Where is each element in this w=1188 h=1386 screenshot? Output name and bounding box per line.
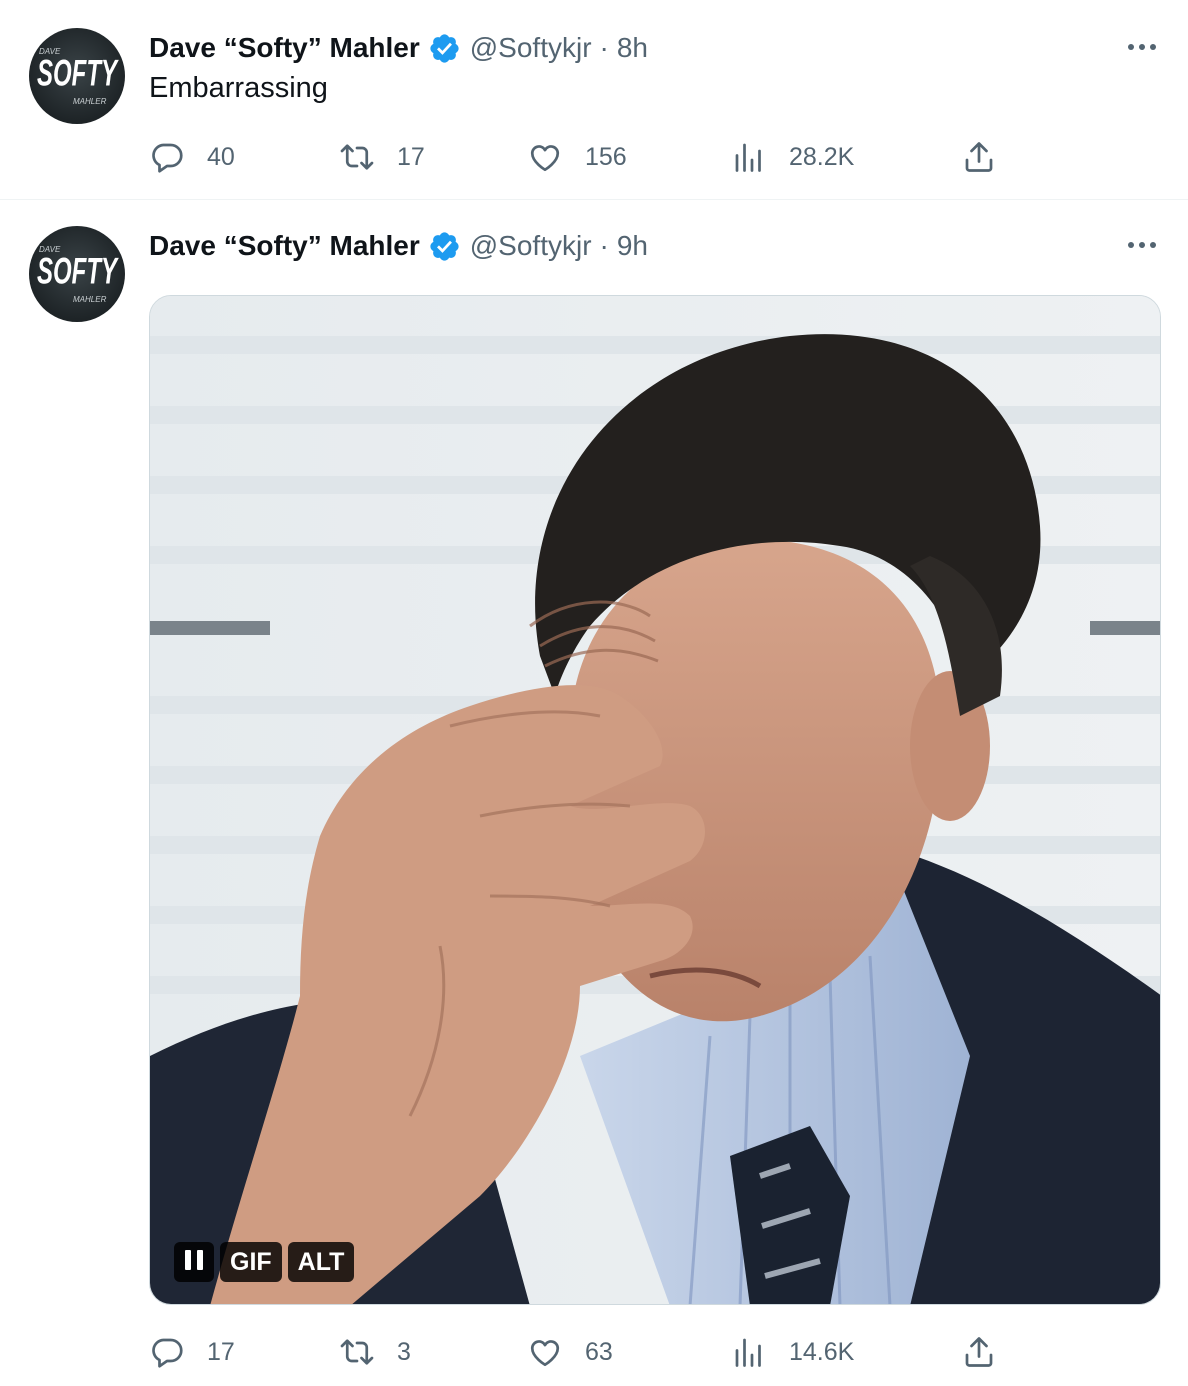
media-badges: GIF ALT [174, 1242, 355, 1282]
display-name[interactable]: Dave “Softy” Mahler [149, 230, 420, 262]
like-count: 156 [585, 142, 627, 171]
handle[interactable]: @Softykjr [470, 32, 592, 64]
share-icon [965, 1337, 993, 1367]
views-icon [735, 143, 761, 172]
tweet[interactable]: DAVE SOFTY MAHLER Dave “Softy” Mahler @S… [0, 200, 1188, 1386]
pause-icon [182, 1248, 206, 1277]
avatar[interactable]: DAVE SOFTY MAHLER [29, 28, 125, 124]
separator-dot: · [599, 230, 609, 261]
softy-logo: DAVE SOFTY MAHLER [37, 245, 119, 304]
avatar-text-bottom: MAHLER [73, 295, 107, 304]
reply-icon [152, 143, 183, 173]
avatar-text-main: SOFTY [37, 52, 119, 94]
softy-logo: DAVE SOFTY MAHLER [37, 47, 119, 106]
verified-badge-icon [430, 33, 459, 63]
view-count: 28.2K [789, 142, 855, 171]
like-button[interactable]: 156 [527, 137, 627, 177]
reply-count: 17 [207, 1337, 235, 1366]
like-icon [530, 1340, 560, 1367]
tweet-text: Embarrassing [149, 72, 328, 104]
verified-badge-icon [430, 231, 459, 261]
timestamp[interactable]: 9h [617, 230, 648, 262]
handle[interactable]: @Softykjr [470, 230, 592, 262]
action-bar: 40 17 156 28.2K [149, 137, 1018, 177]
pause-button[interactable] [174, 1242, 214, 1282]
tweet-header: Dave “Softy” Mahler @Softykjr · 9h [149, 226, 648, 266]
timestamp[interactable]: 8h [617, 32, 648, 64]
avatar-text-bottom: MAHLER [73, 97, 107, 106]
avatar-text-main: SOFTY [37, 250, 119, 292]
reply-button[interactable]: 17 [149, 1332, 235, 1372]
more-icon [1128, 44, 1156, 50]
share-button[interactable] [961, 1332, 997, 1372]
view-count: 14.6K [789, 1337, 855, 1366]
more-options-button[interactable] [1125, 30, 1159, 64]
like-count: 63 [585, 1337, 613, 1366]
share-icon [965, 142, 993, 172]
display-name[interactable]: Dave “Softy” Mahler [149, 32, 420, 64]
gif-badge: GIF [220, 1242, 282, 1282]
reply-button[interactable]: 40 [149, 137, 235, 177]
like-icon [530, 145, 560, 172]
more-icon [1128, 242, 1156, 248]
alt-text-button[interactable]: ALT [287, 1242, 355, 1282]
reply-icon [152, 1338, 183, 1368]
views-button[interactable]: 14.6K [731, 1332, 854, 1372]
avatar[interactable]: DAVE SOFTY MAHLER [29, 226, 125, 322]
separator-dot: · [599, 32, 609, 63]
views-icon [735, 1338, 761, 1367]
retweet-count: 17 [397, 142, 425, 171]
reply-count: 40 [207, 142, 235, 171]
tweet[interactable]: DAVE SOFTY MAHLER Dave “Softy” Mahler @S… [0, 0, 1188, 200]
retweet-button[interactable]: 17 [339, 137, 425, 177]
like-button[interactable]: 63 [527, 1332, 613, 1372]
more-options-button[interactable] [1125, 228, 1159, 262]
views-button[interactable]: 28.2K [731, 137, 854, 177]
action-bar: 17 3 63 14.6K [149, 1332, 1018, 1372]
retweet-button[interactable]: 3 [339, 1332, 411, 1372]
share-button[interactable] [961, 137, 997, 177]
retweet-icon [340, 144, 374, 170]
facepalm-gif-image [150, 296, 1160, 1304]
retweet-count: 3 [397, 1337, 411, 1366]
gif-media[interactable]: GIF ALT [149, 295, 1161, 1305]
retweet-icon [340, 1339, 374, 1365]
tweet-header: Dave “Softy” Mahler @Softykjr · 8h [149, 28, 648, 68]
